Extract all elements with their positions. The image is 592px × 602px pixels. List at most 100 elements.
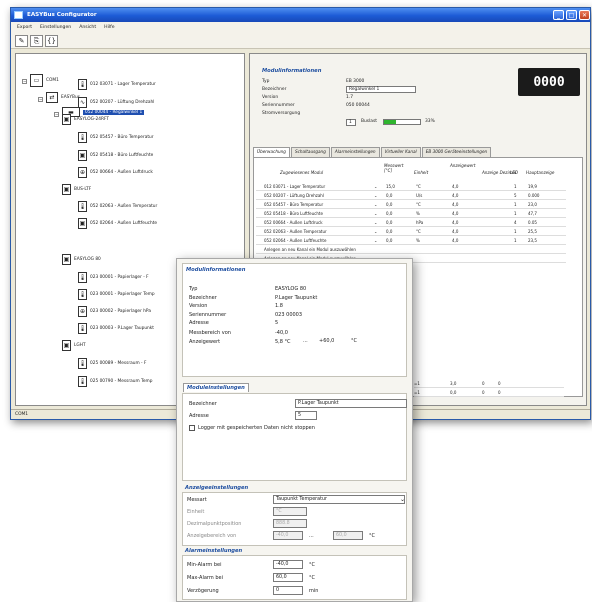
table-row[interactable]: =1 0,0 0 0 — [414, 389, 564, 397]
tree-item[interactable]: ▣ EASYLOG-24RFT — [62, 114, 109, 125]
menu-ansicht[interactable]: Ansicht — [79, 25, 96, 30]
info-key: Bezeichner — [262, 87, 287, 92]
logger-checkbox[interactable] — [189, 425, 195, 431]
chevron-down-icon[interactable]: ⌄ — [374, 220, 377, 225]
tree-item[interactable]: 🌡 052 02063 - Außen Temperatur — [78, 201, 157, 212]
table-cell: % — [416, 238, 420, 243]
copy-icon[interactable]: ⎘ — [30, 35, 43, 47]
chevron-down-icon[interactable]: ⌄ — [400, 496, 405, 503]
col-header-module: Zugewiesenes Modul — [280, 170, 324, 175]
expand-toggle[interactable]: − — [54, 112, 59, 117]
max-alarm-input[interactable]: 60,0 — [273, 573, 303, 582]
tree-item[interactable]: 🌡 023 00001 - Papierlager - F — [78, 272, 149, 283]
tree-item[interactable]: 🌡 023 00001 - Papierlager Temp — [78, 289, 155, 300]
table-row[interactable]: =1 3,0 0 0 — [414, 380, 564, 388]
anzbereich-sep: ... — [309, 533, 314, 539]
info-value: 050 00044 — [346, 103, 370, 108]
tree-item[interactable]: 🌡 012 03071 - Lager Temperatur — [78, 79, 156, 90]
table-cell: 1 — [514, 211, 517, 216]
dialog-info-key: Adresse — [189, 320, 209, 327]
tree-item[interactable]: 🌡 025 00089 - Messraum - F — [78, 358, 146, 369]
table-row[interactable]: 012 03071 - Lager Temperatur 15,0 °C 4,0 1 19… — [256, 183, 566, 191]
adresse-input[interactable]: 5 — [295, 411, 317, 420]
dezimal-select[interactable]: 888.8 — [273, 519, 307, 528]
tab-schaltausgang[interactable]: Schaltausgang — [290, 147, 330, 157]
tree-item[interactable]: ▣ EASYLOG 80 — [62, 254, 101, 265]
menu-export[interactable]: Export — [17, 25, 32, 30]
minimize-button[interactable]: _ — [553, 10, 564, 20]
menu-einstellungen[interactable]: Einstellungen — [40, 25, 71, 30]
messart-select[interactable]: Taupunkt Temperatur — [273, 495, 405, 504]
table-cell: 0.05 — [528, 220, 537, 225]
table-cell: % — [416, 211, 420, 216]
tree-node-com[interactable]: ▭ COM1 — [30, 74, 59, 87]
dialog-info-value: 023 00003 — [275, 311, 303, 318]
tree-item-label: EASYLOG-24RFT — [74, 117, 109, 122]
chevron-down-icon[interactable]: ⌄ — [374, 184, 377, 189]
delay-input[interactable]: 0 — [273, 586, 303, 595]
table-cell: =1 — [414, 390, 420, 395]
table-row[interactable]: 052 00664 - Außen Luftdruck 0,0 hPa 4,0 4 0.0… — [256, 219, 566, 227]
adresse-label: Adresse — [189, 413, 209, 419]
dialog-info-key: Bezeichner — [189, 294, 217, 301]
table-cell: hPa — [416, 220, 424, 225]
tree-item-label: 025 00089 - Messraum - F — [90, 361, 147, 366]
toolbar: ✎ ⎘ {} — [11, 33, 590, 49]
delay-label: Verzögerung — [187, 588, 219, 594]
edit-icon[interactable]: ✎ — [15, 35, 28, 47]
info-key: Seriennummer — [262, 103, 295, 108]
info-value[interactable]: Regalwinkel 1 — [346, 86, 416, 93]
chevron-down-icon[interactable]: ⌄ — [374, 193, 377, 198]
table-cell: 4,0 — [452, 202, 459, 207]
tree-item[interactable]: 🌡 023 00003 - P.Lager Taupunkt — [78, 323, 154, 334]
anzbereich-to[interactable]: 60,0 — [333, 531, 363, 540]
table-row[interactable]: 052 02064 - Außen Luftfeuchte 0,0% 4,0 1 23,… — [256, 237, 566, 245]
dialog-info-heading: Modulinformationen — [186, 267, 246, 273]
expand-toggle[interactable]: − — [22, 79, 27, 84]
tree-item-label: LGHT — [74, 343, 86, 348]
tree-item[interactable]: 🌡 052 05457 - Büro Temperatur — [78, 132, 154, 143]
table-cell: 4,0 — [452, 193, 459, 198]
title-bar[interactable]: EASYBus Configurator _ □ ✕ — [11, 8, 590, 22]
tree-item[interactable]: ▣ 052 02064 - Außen Luftfeuchte — [78, 218, 157, 229]
table-row[interactable]: 052 02063 - Außen Temperatur 0,0 °C 4,0 1 25,… — [256, 228, 566, 236]
chevron-down-icon[interactable]: ⌄ — [374, 229, 377, 234]
sensor-icon: 🌡 — [78, 201, 87, 212]
tree-item[interactable]: ⊕ 052 00664 - Außen Luftdruck — [78, 167, 153, 178]
tree-item[interactable]: ▣ 052 05418 - Büro Luftfeuchte — [78, 150, 153, 161]
tab-moduleinstellungen[interactable]: Moduleinstellungen — [183, 383, 249, 392]
tab-geraeteeinstellungen[interactable]: EB 3000 Geräteeinstellungen — [421, 147, 492, 157]
chevron-down-icon[interactable]: ⌄ — [374, 238, 377, 243]
close-button[interactable]: ✕ — [579, 10, 590, 20]
tab-virtueller-kanal[interactable]: Virtueller Kanal — [380, 147, 421, 157]
tree-node-bus[interactable]: ⇄ EASYBus — [46, 92, 80, 103]
chevron-down-icon[interactable]: ⌄ — [374, 211, 377, 216]
einheit-select[interactable]: °C — [273, 507, 307, 516]
min-alarm-unit: °C — [309, 562, 315, 568]
sensor-icon: ▣ — [62, 254, 71, 265]
table-cell: 052 05418 - Büro Luftfeuchte — [264, 211, 323, 216]
tree-item-label: EASYLOG 80 — [74, 257, 101, 262]
tab-ueberwachung[interactable]: Überwachung — [253, 147, 290, 157]
table-row[interactable]: Anlegen an neu Kanal ein Modul auszuwähl… — [256, 246, 566, 254]
bezeichner-input[interactable]: P.Lager Taupunkt — [295, 399, 407, 408]
maximize-button[interactable]: □ — [566, 10, 577, 20]
bezeichner-label: Bezeichner — [189, 401, 217, 407]
tree-item[interactable]: 🌡 025 00790 - Messraum Temp — [78, 376, 152, 387]
tree-item[interactable]: ▣ LGHT — [62, 340, 86, 351]
computer-icon: ▭ — [30, 74, 43, 87]
table-row[interactable]: 052 00207 - Lüftung Drehzahl 0,0 U/s 4,0 5 0.… — [256, 192, 566, 200]
table-row[interactable]: 052 05418 - Büro Luftfeuchte 0,0% 4,0 1 47,7… — [256, 210, 566, 218]
min-alarm-input[interactable]: -40,0 — [273, 560, 303, 569]
menu-hilfe[interactable]: Hilfe — [104, 25, 114, 30]
chevron-down-icon[interactable]: ⌄ — [374, 202, 377, 207]
anzbereich-from[interactable]: -40,0 — [273, 531, 303, 540]
expand-toggle[interactable]: − — [38, 97, 43, 102]
tree-item[interactable]: ∿ 052 00207 - Lüftung Drehzahl — [78, 97, 154, 108]
bracket-icon[interactable]: {} — [45, 35, 58, 47]
tree-item[interactable]: ⊕ 023 00002 - Papierlager hPa — [78, 306, 151, 317]
sensor-icon: 🌡 — [78, 79, 87, 90]
table-row[interactable]: 052 05457 - Büro Temperatur 0,0 °C 4,0 1 23,0… — [256, 201, 566, 209]
tree-item[interactable]: ▣ BUS-LTF — [62, 184, 91, 195]
tab-alarmeinstellungen[interactable]: Alarmeinstellungen — [330, 147, 380, 157]
